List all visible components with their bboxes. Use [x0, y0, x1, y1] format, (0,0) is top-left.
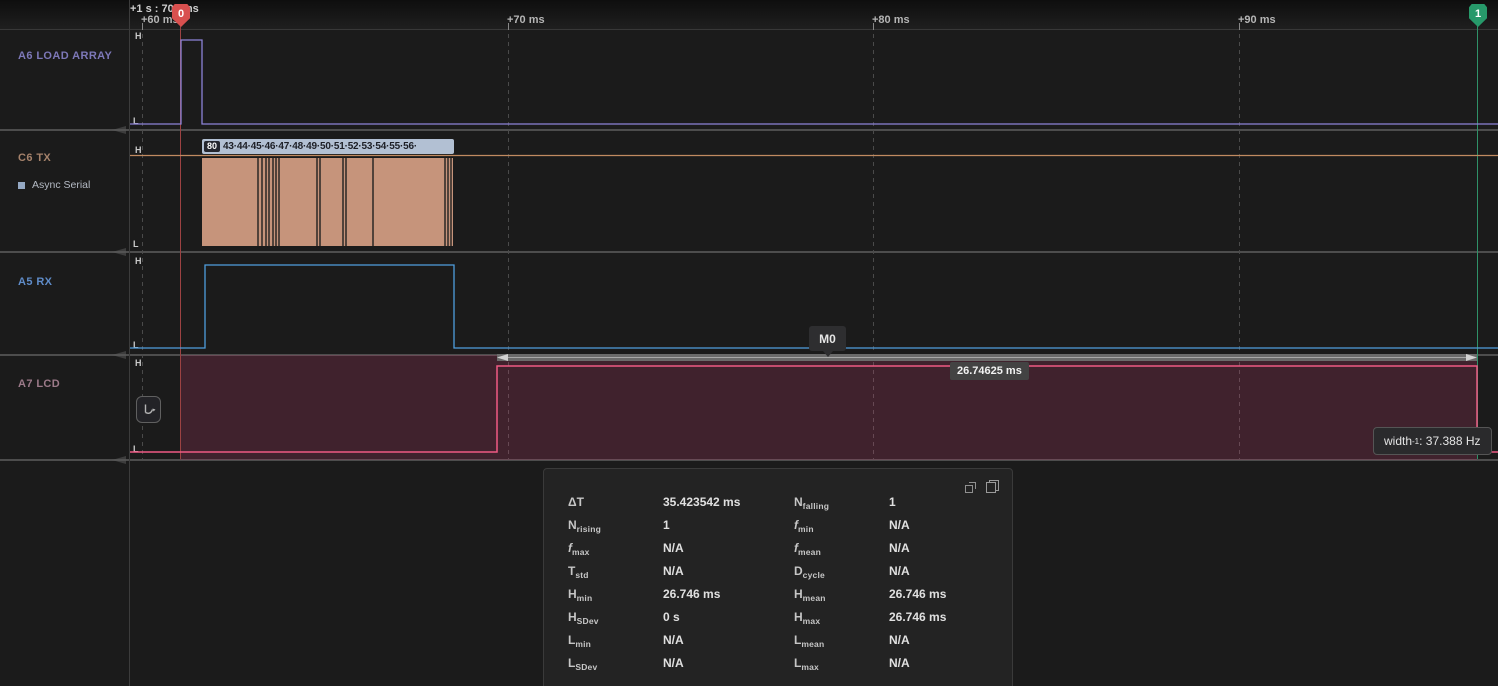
channel-separator[interactable]	[0, 459, 1498, 461]
logic-analyzer-app: +1 s : 700 ms +60 ms+70 ms+80 ms+90 ms A…	[0, 0, 1498, 686]
measurement-label: Lmin	[568, 633, 591, 647]
measurement-label: Nrising	[568, 518, 601, 532]
measurement-value: N/A	[889, 518, 910, 532]
measurement-label: Hmean	[794, 587, 826, 601]
channel-separator[interactable]	[0, 354, 1498, 356]
measurement-value: N/A	[889, 633, 910, 647]
time-gridlines	[143, 34, 1240, 459]
level-low-label: L	[133, 239, 139, 249]
copy-measurements-icon[interactable]	[986, 480, 999, 493]
measurement-value: N/A	[663, 633, 684, 647]
level-low-label: L	[133, 340, 139, 350]
measurement-value: N/A	[663, 564, 684, 578]
trace-a6-load-array	[129, 40, 1498, 124]
measurement-value: 1	[663, 518, 670, 532]
pulse-return-icon	[141, 402, 156, 417]
measurement-label: HSDev	[568, 610, 599, 624]
measurement-value: N/A	[889, 656, 910, 670]
sidebar-divider	[129, 0, 130, 686]
analyzer-color-icon	[18, 182, 25, 189]
byte-values: 43·44·45·46·47·48·49·50·51·52·53·54·55·5…	[223, 141, 417, 152]
timeline-tick-label: +80 ms	[872, 14, 910, 26]
level-high-label: H	[135, 145, 142, 155]
measurement-value: 0 s	[663, 610, 680, 624]
separator-grip-icon	[112, 456, 126, 464]
level-high-label: H	[135, 358, 142, 368]
channel-separator[interactable]	[0, 251, 1498, 253]
measurement-value: N/A	[663, 541, 684, 555]
analyzer-item-async-serial[interactable]: Async Serial	[18, 179, 90, 191]
measurement-label: Lmean	[794, 633, 824, 647]
channel-label-c6[interactable]: C6 TX	[18, 152, 51, 164]
channel-label-a6[interactable]: A6 LOAD ARRAY	[18, 50, 112, 62]
trace-a7-lcd	[129, 366, 1498, 452]
frequency-tooltip: width-1: 37.388 Hz	[1373, 427, 1492, 455]
detach-panel-icon[interactable]	[965, 481, 977, 493]
measurement-row: ΔT 35.423542 ms Nfalling 1	[544, 495, 1012, 518]
level-low-label: L	[133, 116, 139, 126]
measurement-label: fmax	[568, 541, 590, 555]
timeline-tick-label: +70 ms	[507, 14, 545, 26]
measurement-tool-button[interactable]	[136, 396, 161, 423]
level-high-label: H	[135, 256, 142, 266]
level-high-label: H	[135, 31, 142, 41]
channel-separator[interactable]	[0, 129, 1498, 131]
measurements-panel[interactable]: ΔT35.423542 msNfalling1Nrising1fminN/Afm…	[543, 468, 1013, 686]
serial-data-block	[202, 158, 453, 246]
measurement-label: fmin	[794, 518, 814, 532]
measurement-label: Tstd	[568, 564, 589, 578]
width-value-chip: 26.74625 ms	[950, 362, 1029, 380]
measurement-label: LSDev	[568, 656, 597, 670]
measurement-value: 35.423542 ms	[663, 495, 740, 509]
measurement-selection-region	[180, 355, 1477, 460]
measurement-value: 26.746 ms	[889, 587, 946, 601]
separator-grip-icon	[112, 126, 126, 134]
measurement-value: 1	[889, 495, 896, 509]
measurement-label: ΔT	[568, 495, 584, 509]
measurement-row: Hmin 26.746 ms Hmean 26.746 ms	[544, 587, 1012, 610]
byte-badge: 80	[204, 141, 220, 152]
channel-label-a7[interactable]: A7 LCD	[18, 378, 60, 390]
serial-decoded-bytes[interactable]: 80 43·44·45·46·47·48·49·50·51·52·53·54·5…	[202, 139, 454, 154]
measurement-label: fmean	[794, 541, 821, 555]
measurement-row: HSDev 0 s Hmax 26.746 ms	[544, 610, 1012, 633]
timeline-ruler[interactable]: +1 s : 700 ms +60 ms+70 ms+80 ms+90 ms	[0, 0, 1498, 30]
measurement-value: N/A	[889, 564, 910, 578]
timeline-tick-label: +90 ms	[1238, 14, 1276, 26]
measurement-value: N/A	[663, 656, 684, 670]
measurement-label: Lmax	[794, 656, 819, 670]
measurement-row: Lmin N/A Lmean N/A	[544, 633, 1012, 656]
measurement-row: LSDev N/A Lmax N/A	[544, 656, 1012, 679]
measurement-label: Nfalling	[794, 495, 829, 509]
measurement-row: Nrising 1 fmin N/A	[544, 518, 1012, 541]
measurement-label: Hmax	[794, 610, 820, 624]
measurement-row: fmax N/A fmean N/A	[544, 541, 1012, 564]
level-low-label: L	[133, 444, 139, 454]
measurement-label: Hmin	[568, 587, 592, 601]
measurement-value: 26.746 ms	[663, 587, 720, 601]
separator-grip-icon	[112, 351, 126, 359]
measurement-label: Dcycle	[794, 564, 825, 578]
measurement-value: 26.746 ms	[889, 610, 946, 624]
measurement-row: Tstd N/A Dcycle N/A	[544, 564, 1012, 587]
measurement-m0-tooltip[interactable]: M0	[809, 326, 846, 351]
separator-grip-icon	[112, 248, 126, 256]
measurement-value: N/A	[889, 541, 910, 555]
channel-label-a5[interactable]: A5 RX	[18, 276, 52, 288]
